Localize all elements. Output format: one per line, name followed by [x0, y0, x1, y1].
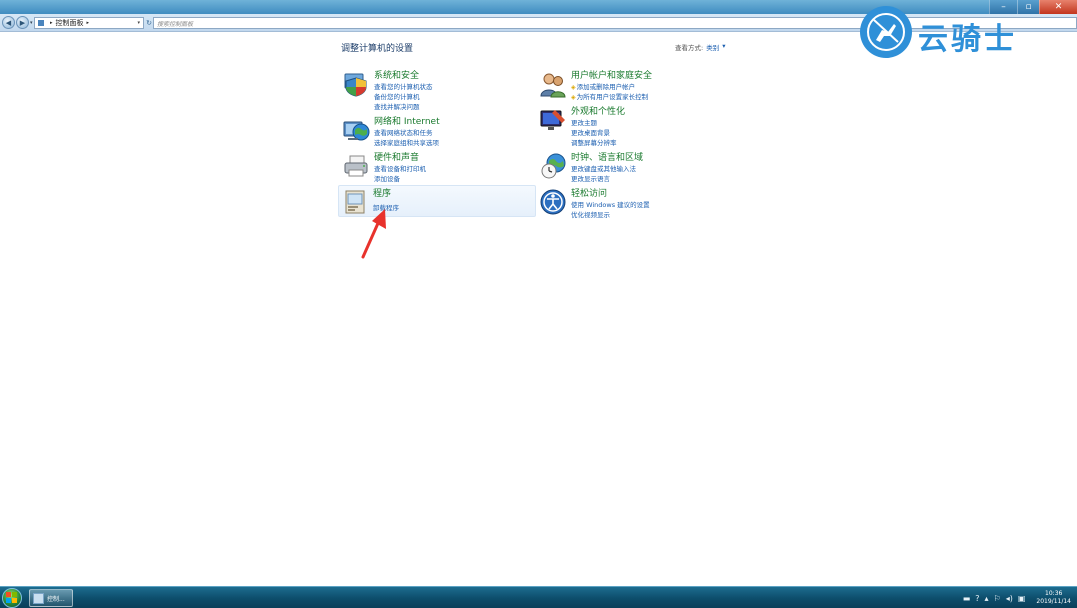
category-network-internet: 网络和 Internet 查看网络状态和任务 选择家庭组和共享选项	[340, 114, 535, 150]
category-title[interactable]: 用户帐户和家庭安全	[571, 68, 652, 81]
category-title[interactable]: 外观和个性化	[571, 104, 625, 117]
watermark-logo: 云骑士	[860, 6, 1050, 58]
keyboard-icon[interactable]: ▬	[963, 594, 971, 603]
category-title[interactable]: 网络和 Internet	[374, 114, 440, 127]
link-add-device[interactable]: 添加设备	[374, 173, 400, 183]
link-optimize-display[interactable]: 优化视频显示	[571, 209, 610, 219]
printer-icon[interactable]	[342, 152, 370, 180]
link-add-remove-accounts[interactable]: 添加或删除用户帐户	[571, 81, 636, 91]
category-title[interactable]: 轻松访问	[571, 186, 607, 199]
link-desktop-background[interactable]: 更改桌面背景	[571, 127, 610, 137]
link-devices-printers[interactable]: 查看设备和打印机	[374, 163, 426, 173]
view-by-selector: 查看方式: 类别 ▾	[675, 42, 725, 52]
category-clock-language: 时钟、语言和区域 更改键盘或其他输入法 更改显示语言	[537, 150, 732, 186]
red-arrow-annotation	[361, 209, 386, 259]
address-field[interactable]: ▸ 控制面板 ▸ ▾	[34, 17, 144, 29]
breadcrumb-separator-icon: ▸	[50, 20, 53, 26]
view-by-dropdown[interactable]: 类别	[706, 42, 719, 52]
control-panel-icon	[33, 592, 44, 604]
start-button[interactable]	[2, 588, 22, 608]
taskbar-item-control-panel[interactable]: 控制...	[29, 589, 73, 607]
watermark-text: 云骑士	[918, 22, 1017, 57]
link-view-computer-status[interactable]: 查看您的计算机状态	[374, 81, 433, 91]
clock-globe-icon[interactable]	[539, 152, 567, 180]
link-backup-computer[interactable]: 备份您的计算机	[374, 91, 420, 101]
link-homegroup-sharing[interactable]: 选择家庭组和共享选项	[374, 137, 439, 147]
back-button[interactable]: ◀	[2, 16, 15, 29]
desktop-screen: – ▫ ✕ ◀ ▶ ▾ ▸ 控制面板 ▸ ▾ ↻ 搜索控制面板 云骑士 调整计算…	[0, 0, 1077, 608]
globe-network-icon[interactable]	[342, 116, 370, 144]
category-hardware-sound: 硬件和声音 查看设备和打印机 添加设备	[340, 150, 535, 186]
monitor-paint-icon[interactable]	[539, 106, 567, 134]
volume-icon[interactable]: ◂)	[1006, 594, 1013, 603]
users-icon[interactable]	[539, 70, 567, 98]
address-dropdown-icon[interactable]: ▾	[137, 20, 140, 26]
network-status-icon[interactable]: ▣	[1018, 594, 1026, 603]
link-troubleshoot[interactable]: 查找并解决问题	[374, 101, 420, 111]
link-screen-resolution[interactable]: 调整屏幕分辨率	[571, 137, 617, 147]
category-title[interactable]: 硬件和声音	[374, 150, 419, 163]
category-title[interactable]: 程序	[373, 186, 391, 199]
link-input-methods[interactable]: 更改键盘或其他输入法	[571, 163, 636, 173]
forward-button[interactable]: ▶	[16, 16, 29, 29]
system-tray: ▬ ? ▴ ⚐ ◂) ▣ 10:36 2019/11/14	[963, 589, 1071, 607]
clock[interactable]: 10:36 2019/11/14	[1036, 590, 1071, 606]
view-by-label: 查看方式:	[675, 44, 704, 52]
category-system-security: 系统和安全 查看您的计算机状态 备份您的计算机 查找并解决问题	[340, 68, 535, 111]
windows-logo-icon	[6, 592, 17, 603]
view-by-arrow-icon[interactable]: ▾	[722, 42, 725, 52]
link-network-status[interactable]: 查看网络状态和任务	[374, 127, 433, 137]
link-change-theme[interactable]: 更改主题	[571, 117, 597, 127]
breadcrumb-control-panel[interactable]: 控制面板	[56, 18, 84, 28]
taskbar: 控制... ▬ ? ▴ ⚐ ◂) ▣ 10:36 2019/11/14	[0, 586, 1077, 608]
link-parental-controls[interactable]: 为所有用户设置家长控制	[571, 91, 649, 101]
category-user-accounts: 用户帐户和家庭安全 添加或删除用户帐户 为所有用户设置家长控制	[537, 68, 732, 104]
category-title[interactable]: 系统和安全	[374, 68, 419, 81]
taskbar-item-label: 控制...	[47, 595, 65, 603]
page-title: 调整计算机的设置	[341, 44, 414, 54]
accessibility-icon[interactable]	[539, 188, 567, 216]
refresh-button[interactable]: ↻	[145, 17, 153, 29]
recent-pages-dropdown[interactable]: ▾	[30, 20, 33, 26]
category-title[interactable]: 时钟、语言和区域	[571, 150, 643, 163]
show-hidden-icons-icon[interactable]: ▴	[985, 594, 989, 603]
flag-icon[interactable]: ⚐	[994, 594, 1001, 603]
shield-monitor-icon[interactable]	[342, 70, 370, 98]
knight-logo-icon	[860, 6, 912, 58]
clock-date: 2019/11/14	[1036, 598, 1071, 605]
link-display-language[interactable]: 更改显示语言	[571, 173, 610, 183]
link-recommended-settings[interactable]: 使用 Windows 建议的设置	[571, 199, 650, 209]
clock-time: 10:36	[1045, 590, 1063, 597]
control-panel-icon	[38, 20, 44, 26]
category-ease-of-access: 轻松访问 使用 Windows 建议的设置 优化视频显示	[537, 186, 732, 222]
category-appearance: 外观和个性化 更改主题 更改桌面背景 调整屏幕分辨率	[537, 104, 732, 147]
breadcrumb-chevron-icon[interactable]: ▸	[87, 20, 90, 26]
help-icon[interactable]: ?	[975, 594, 979, 603]
